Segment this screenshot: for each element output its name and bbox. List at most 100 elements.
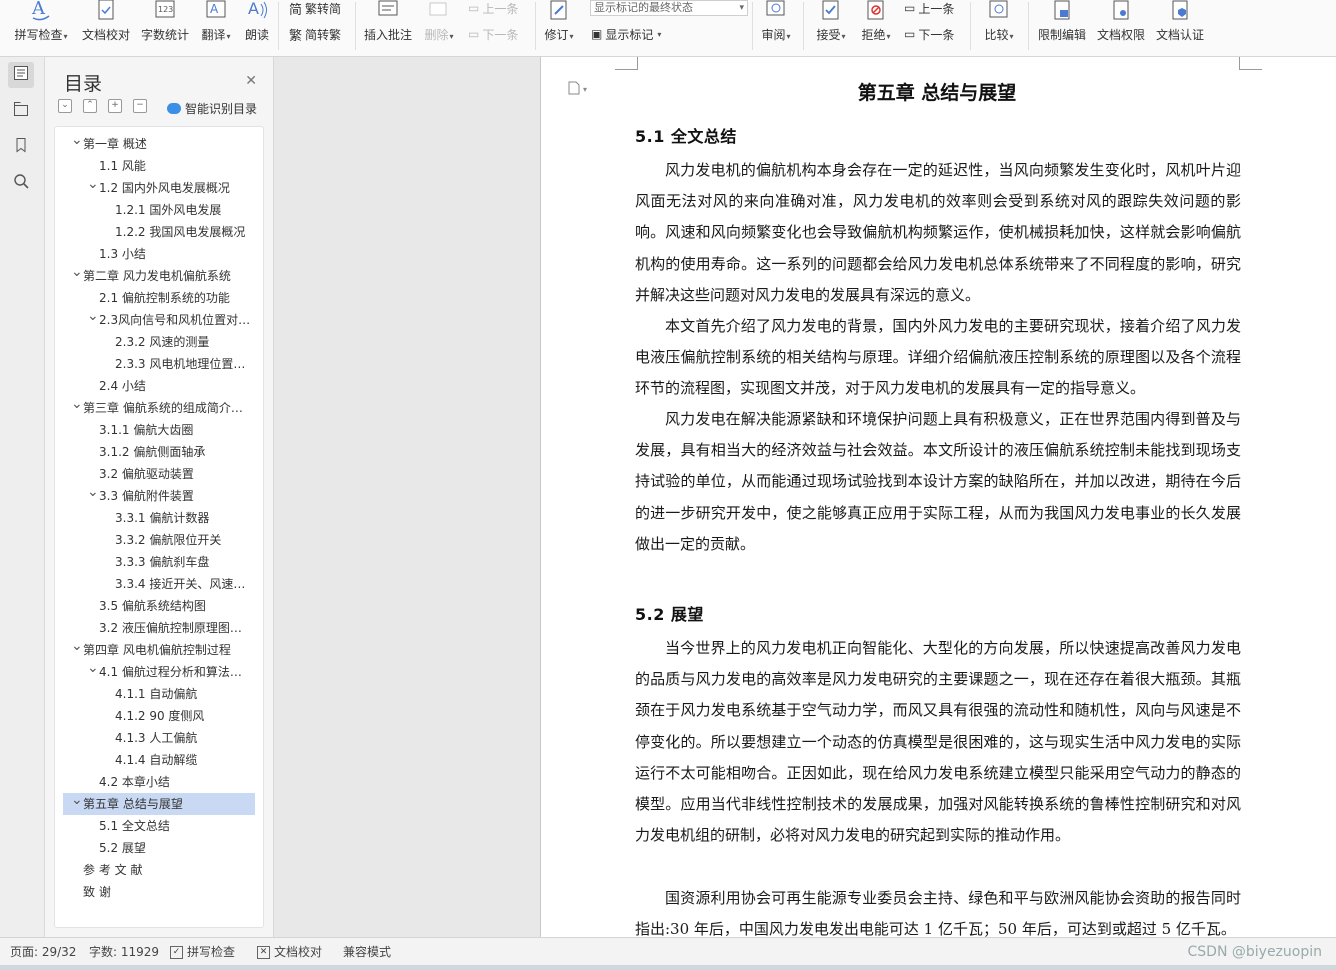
chapter-nav-toggle[interactable] — [8, 98, 34, 124]
next-comment-button[interactable]: ▭ 下一条 — [468, 24, 518, 44]
insert-comment-button[interactable]: 插入批注 — [362, 0, 414, 56]
doc-proof-label: 文档校对 — [81, 28, 130, 42]
chevron-down-icon[interactable]: ⌄ — [71, 639, 83, 657]
bookmark-toggle[interactable] — [8, 134, 34, 160]
toc-item[interactable]: ⌄ 4.1 偏航过程分析和算法设计 — [63, 661, 255, 683]
accept-button[interactable]: 接受▾ — [812, 0, 850, 56]
page-menu-button[interactable]: ▾ — [568, 81, 587, 98]
expand-up-icon[interactable]: ⌃ — [83, 99, 97, 113]
toc-item[interactable]: 3.3.1 偏航计数器 — [63, 507, 255, 529]
toc-item[interactable]: ⌄ 第二章 风力发电机偏航系统 — [63, 265, 255, 287]
status-spell-check[interactable]: ✓ 拼写检查 — [170, 938, 235, 966]
toc-item[interactable]: ⌄ 第三章 偏航系统的组成简介及分析 — [63, 397, 255, 419]
lock-icon — [1050, 0, 1074, 22]
doc-permission-button[interactable]: 文档权限 — [1095, 0, 1147, 56]
review-button[interactable]: 审阅▾ — [757, 0, 795, 56]
toc-item[interactable]: 致 谢 — [63, 881, 255, 903]
toc-item[interactable]: ⌄2.3风向信号和风机位置对比分析 — [63, 309, 255, 331]
add-heading-icon[interactable]: + — [108, 99, 122, 113]
document-page[interactable]: ▾ 第五章 总结与展望 5.1 全文总结 风力发电机的偏航机构本身会存在一定的延… — [541, 57, 1336, 937]
toc-item[interactable]: 3.3.4 接近开关、风速仪等 — [63, 573, 255, 595]
find-toggle[interactable] — [8, 170, 34, 196]
toc-item[interactable]: 4.2 本章小结 — [63, 771, 255, 793]
status-bar: 页面: 29/32 字数: 11929 ✓ 拼写检查 ✕ 文档校对 兼容模式 — [0, 937, 1336, 966]
toc-item[interactable]: 1.2.2 我国风电发展概况 — [63, 221, 255, 243]
chevron-down-icon: ▾ — [583, 85, 588, 94]
compare-label: 比较 — [984, 28, 1009, 42]
toc-item[interactable]: 3.3.2 偏航限位开关 — [63, 529, 255, 551]
word-count-icon: 123 — [153, 0, 177, 22]
toc-item[interactable]: ⌄ 3.3 偏航附件装置 — [63, 485, 255, 507]
toc-item[interactable]: 3.1.1 偏航大齿圈 — [63, 419, 255, 441]
chevron-down-icon[interactable]: ⌄ — [71, 397, 83, 415]
toc-item[interactable]: 4.1.1 自动偏航 — [63, 683, 255, 705]
toc-item[interactable]: 1.3 小结 — [63, 243, 255, 265]
toc-item[interactable]: 3.2 偏航驱动装置 — [63, 463, 255, 485]
ribbon-divider — [535, 2, 536, 50]
chevron-down-icon[interactable]: ⌄ — [87, 485, 99, 503]
reject-button[interactable]: 拒绝▾ — [857, 0, 895, 56]
chevron-down-icon[interactable]: ⌄ — [71, 133, 83, 151]
doc-proof-button[interactable]: 文档校对 — [80, 0, 132, 56]
revise-button[interactable]: 修订▾ — [541, 0, 577, 56]
toc-item-selected[interactable]: ⌄ 第五章 总结与展望 — [63, 793, 255, 815]
word-count-indicator[interactable]: 字数: 11929 — [89, 938, 159, 966]
toc-item[interactable]: 1.1 风能 — [63, 155, 255, 177]
simp-to-trad-button[interactable]: 繁简转繁 — [289, 24, 341, 44]
toc-item[interactable]: 2.4 小结 — [63, 375, 255, 397]
prev-change-button[interactable]: ▭ 上一条 — [904, 0, 954, 18]
toc-item[interactable]: 参 考 文 献 — [63, 859, 255, 881]
chevron-down-icon[interactable]: ⌄ — [87, 309, 99, 327]
shield-icon — [1168, 0, 1192, 22]
toc-item[interactable]: 3.2 液压偏航控制原理图分析 — [63, 617, 255, 639]
page-indicator[interactable]: 页面: 29/32 — [10, 938, 76, 966]
toc-item[interactable]: 1.2.1 国外风电发展 — [63, 199, 255, 221]
smart-toc-button[interactable]: 智能识别目录 — [167, 100, 257, 117]
trad-to-simp-button[interactable]: 简繁转简 — [289, 0, 341, 18]
markup-state-select[interactable]: 显示标记的最终状态 ▾ — [590, 0, 748, 16]
toc-item[interactable]: 4.1.4 自动解缆 — [63, 749, 255, 771]
toc-item[interactable]: ⌄ 第四章 风电机偏航控制过程 — [63, 639, 255, 661]
toc-item[interactable]: 3.3.3 偏航刹车盘 — [63, 551, 255, 573]
word-count-button[interactable]: 123 字数统计 — [139, 0, 191, 56]
next-label: 下一条 — [482, 27, 519, 42]
chevron-down-icon[interactable]: ⌄ — [87, 661, 99, 679]
toc-item[interactable]: 4.1.3 人工偏航 — [63, 727, 255, 749]
toc-item-label: 1.2.1 国外风电发展 — [115, 203, 222, 217]
toc-item[interactable]: 5.2 展望 — [63, 837, 255, 859]
close-icon[interactable]: ✕ — [245, 73, 257, 89]
toc-item[interactable]: 5.1 全文总结 — [63, 815, 255, 837]
toc-panel-toggle[interactable] — [8, 62, 34, 88]
read-aloud-button[interactable]: A 朗读 — [242, 0, 272, 56]
remove-heading-icon[interactable]: − — [133, 99, 147, 113]
prev-comment-button[interactable]: ▭ 上一条 — [468, 0, 518, 18]
toc-item-label: 1.1 风能 — [99, 159, 146, 173]
chevron-down-icon[interactable]: ⌄ — [71, 793, 83, 811]
toc-item[interactable]: ⌄ 第一章 概述 — [63, 133, 255, 155]
read-aloud-label: 朗读 — [244, 28, 269, 42]
toc-item[interactable]: ⌄ 1.2 国内外风电发展概况 — [63, 177, 255, 199]
toc-item[interactable]: 2.1 偏航控制系统的功能 — [63, 287, 255, 309]
compare-button[interactable]: 比较▾ — [980, 0, 1018, 56]
chevron-down-icon[interactable]: ⌄ — [71, 265, 83, 283]
spell-check-button[interactable]: A 拼写检查▾ — [12, 0, 70, 56]
toc-item-label: 致 谢 — [83, 885, 111, 899]
next-icon: ▭ — [468, 27, 480, 41]
toc-item[interactable]: 3.1.2 偏航侧面轴承 — [63, 441, 255, 463]
toc-item-label: 4.1.4 自动解缆 — [115, 753, 198, 767]
show-markup-button[interactable]: ▣ 显示标记 ▾ — [591, 24, 661, 44]
toc-item[interactable]: 3.5 偏航系统结构图 — [63, 595, 255, 617]
toc-item[interactable]: 2.3.2 风速的测量 — [63, 331, 255, 353]
svg-text:A: A — [248, 0, 259, 18]
delete-comment-button[interactable]: 删除▾ — [421, 0, 457, 56]
next-change-button[interactable]: ▭ 下一条 — [904, 24, 954, 44]
translate-button[interactable]: A 翻译▾ — [198, 0, 234, 56]
status-doc-proof[interactable]: ✕ 文档校对 — [257, 938, 322, 966]
chapter-title: 第五章 总结与展望 — [857, 82, 1017, 104]
chevron-down-icon[interactable]: ⌄ — [87, 177, 99, 195]
toc-item[interactable]: 2.3.3 风电机地理位置分析 — [63, 353, 255, 375]
toc-item[interactable]: 4.1.2 90 度侧风 — [63, 705, 255, 727]
doc-auth-button[interactable]: 文档认证 — [1154, 0, 1206, 56]
restrict-edit-button[interactable]: 限制编辑 — [1036, 0, 1088, 56]
collapse-all-icon[interactable]: ⌄ — [58, 99, 72, 113]
